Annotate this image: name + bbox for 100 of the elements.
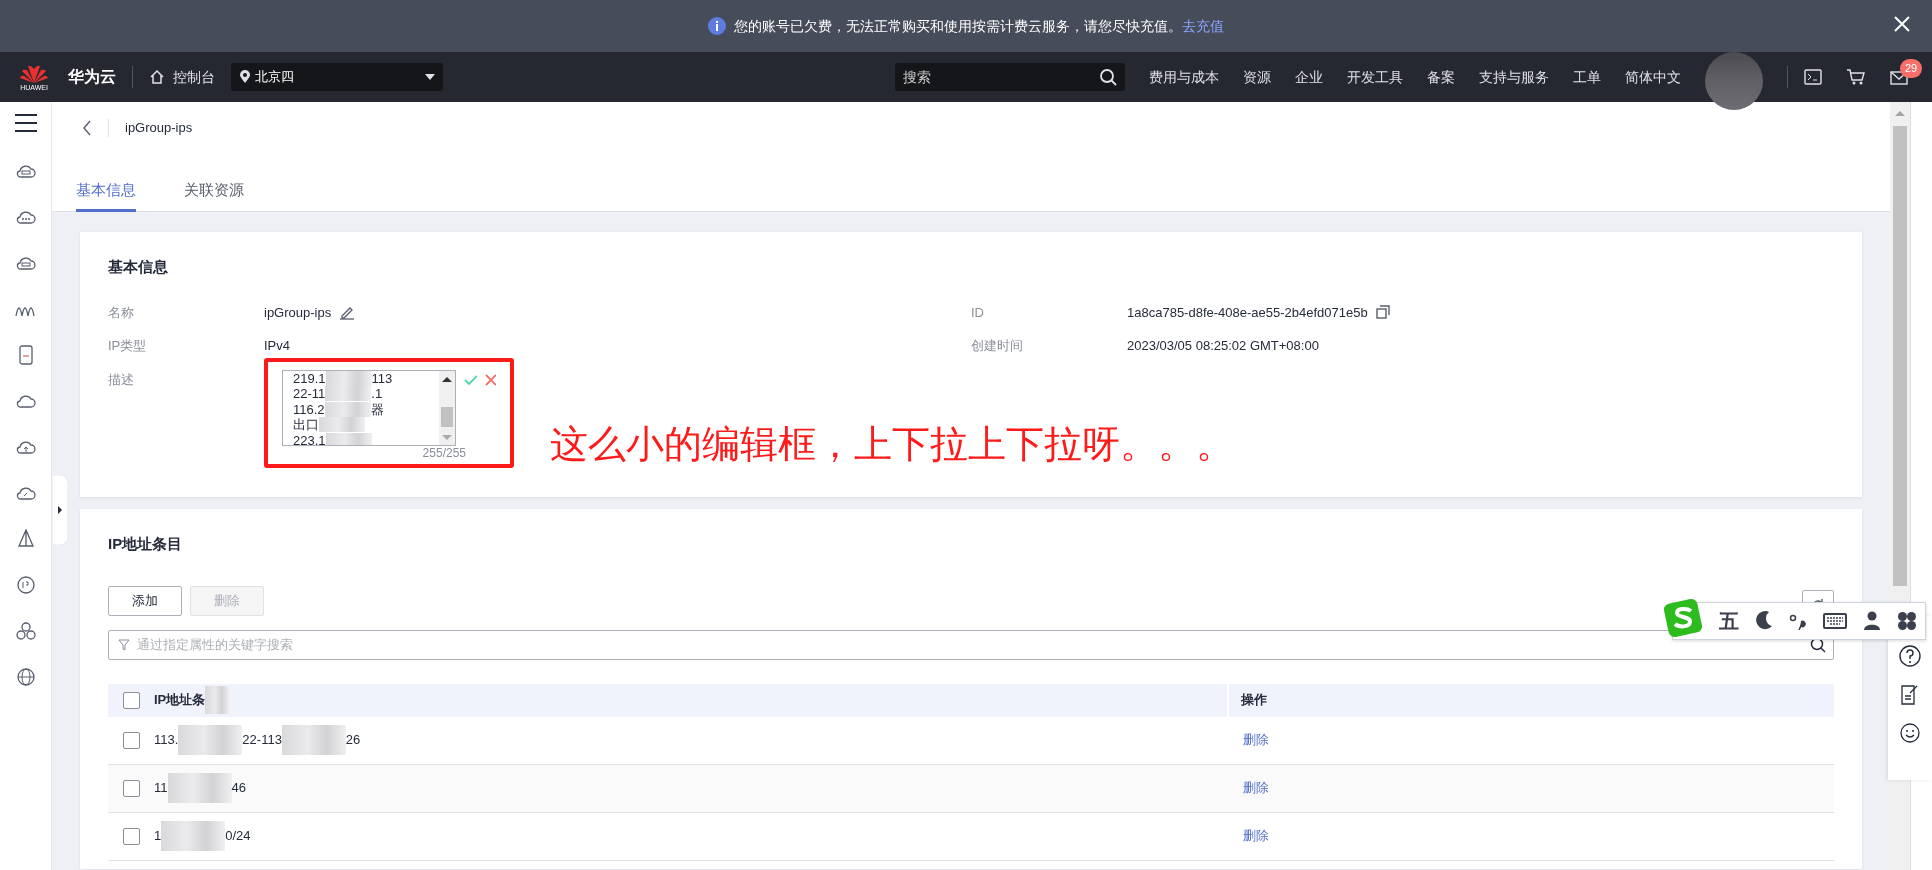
punctuation-icon[interactable]: [1789, 612, 1807, 630]
blurred-text: [161, 821, 226, 851]
nav-link[interactable]: 备案: [1427, 66, 1455, 88]
back-icon[interactable]: [82, 120, 92, 136]
cloud-icon[interactable]: [15, 208, 36, 226]
page-title: ipGroup-ips: [125, 119, 193, 138]
table-cell-text: 0/24: [225, 827, 251, 846]
checkbox[interactable]: [122, 691, 140, 709]
field-label: 创建时间: [971, 337, 1024, 355]
textarea-line: .1: [371, 386, 383, 402]
textarea-line: 出口: [293, 417, 319, 433]
blurred-text: [319, 417, 365, 433]
collapse-handle[interactable]: [52, 475, 68, 545]
checkbox[interactable]: [122, 731, 140, 749]
delete-link[interactable]: 删除: [1229, 778, 1269, 798]
nav-link[interactable]: 工单: [1573, 66, 1601, 88]
menu-icon[interactable]: [14, 114, 37, 132]
cloud-icon[interactable]: [15, 438, 36, 456]
nav-link[interactable]: 企业: [1295, 66, 1323, 88]
column-header: IP地址条: [154, 691, 206, 710]
terminal-icon[interactable]: [1804, 69, 1822, 85]
blurred-text: [325, 370, 372, 386]
checkbox[interactable]: [122, 779, 140, 797]
description-textarea[interactable]: 219.1 113 22-11 .1 116.2 器 出口 223.1: [282, 369, 456, 446]
textarea-line: 113: [371, 370, 393, 386]
network-icon[interactable]: [15, 621, 36, 641]
home-icon: [149, 69, 165, 85]
section-title: IP地址条目: [108, 534, 184, 554]
textarea-line: 116.2: [293, 401, 325, 417]
person-icon[interactable]: [1863, 611, 1881, 631]
nav-link[interactable]: 支持与服务: [1479, 66, 1549, 88]
blurred-text: [167, 773, 232, 803]
table-cell-text: 11: [154, 779, 168, 798]
triangle-icon[interactable]: [16, 529, 35, 549]
table-cell-text: 46: [231, 779, 246, 798]
field-label: 名称: [108, 303, 135, 322]
field-label: ID: [971, 303, 985, 322]
blurred-text: [281, 725, 346, 755]
cloud-icon[interactable]: [15, 392, 36, 410]
scrollbar[interactable]: [438, 370, 455, 445]
moon-icon[interactable]: [1755, 611, 1773, 631]
field-label: IP类型: [108, 337, 148, 355]
cloud-icon[interactable]: [15, 254, 36, 272]
location-pin-icon: [239, 70, 251, 84]
field-value: IPv4: [264, 337, 290, 355]
console-link[interactable]: 控制台: [149, 66, 215, 88]
cart-icon[interactable]: [1846, 68, 1866, 86]
char-counter: 255/255: [421, 445, 466, 460]
recharge-link[interactable]: 去充值: [1182, 17, 1224, 34]
textarea-line: 219.1: [293, 370, 326, 386]
blurred-text: [324, 401, 371, 417]
filter-search-field[interactable]: 通过指定属性的关键字搜索: [108, 629, 1834, 660]
nav-link[interactable]: 简体中文: [1625, 66, 1681, 88]
nav-link[interactable]: 费用与成本: [1149, 66, 1219, 88]
field-value: ipGroup-ips: [264, 303, 332, 322]
globe-icon[interactable]: [15, 667, 36, 687]
nav-link[interactable]: 开发工具: [1347, 66, 1403, 88]
delete-link[interactable]: 删除: [1229, 826, 1269, 846]
textarea-line: 22-11: [293, 386, 326, 402]
search-icon[interactable]: [1099, 68, 1117, 86]
nav-link[interactable]: 资源: [1243, 66, 1271, 88]
textarea-line: 223.1: [293, 432, 326, 445]
clover-icon[interactable]: [1897, 611, 1917, 631]
region-dropdown[interactable]: 北京四: [231, 63, 443, 91]
blurred-text: [325, 432, 372, 445]
delete-link[interactable]: 删除: [1229, 730, 1269, 750]
info-icon: [708, 17, 726, 35]
circle-icon[interactable]: [15, 575, 36, 595]
tab[interactable]: 基本信息: [76, 178, 136, 212]
copy-icon[interactable]: [1375, 305, 1390, 320]
column-header: 操作: [1241, 691, 1267, 710]
tab[interactable]: 关联资源: [184, 178, 244, 212]
field-value: 1a8ca785-d8fe-408e-ae55-2b4efd071e5b: [1127, 303, 1368, 322]
table-cell-text: 1: [154, 827, 162, 846]
section-title: 基本信息: [108, 257, 169, 277]
cancel-icon[interactable]: [484, 373, 496, 386]
search-field[interactable]: 搜索: [895, 63, 1125, 91]
question-icon[interactable]: [1898, 644, 1922, 668]
field-value: 2023/03/05 08:25:02 GMT+08:00: [1127, 337, 1319, 355]
field-label: 描述: [108, 370, 135, 389]
caret-icon: [425, 73, 435, 81]
cloud-icon[interactable]: [15, 162, 36, 180]
annotation-text: 这么小的编辑框，上下拉上下拉呀。。。: [550, 421, 1234, 467]
filter-icon: [118, 638, 130, 651]
textarea-line: 器: [370, 401, 384, 417]
cloud-icon[interactable]: [15, 484, 36, 502]
table-cell-text: 113.: [154, 731, 179, 750]
keyboard-icon[interactable]: [1823, 613, 1847, 629]
s-logo-icon[interactable]: [1663, 598, 1703, 640]
table-cell-text: 22-113: [242, 731, 282, 750]
brand-name: 华为云: [68, 67, 116, 87]
phone-icon[interactable]: [18, 345, 33, 365]
smiley-icon[interactable]: [1899, 722, 1921, 744]
notification-count: 29: [1900, 59, 1923, 78]
blurred-text: [325, 386, 372, 402]
blurred-text: [178, 725, 243, 755]
action-button[interactable]: 添加: [108, 585, 182, 616]
table-cell-text: 26: [345, 731, 361, 750]
checkbox[interactable]: [122, 827, 140, 845]
note-icon[interactable]: [1900, 684, 1920, 706]
